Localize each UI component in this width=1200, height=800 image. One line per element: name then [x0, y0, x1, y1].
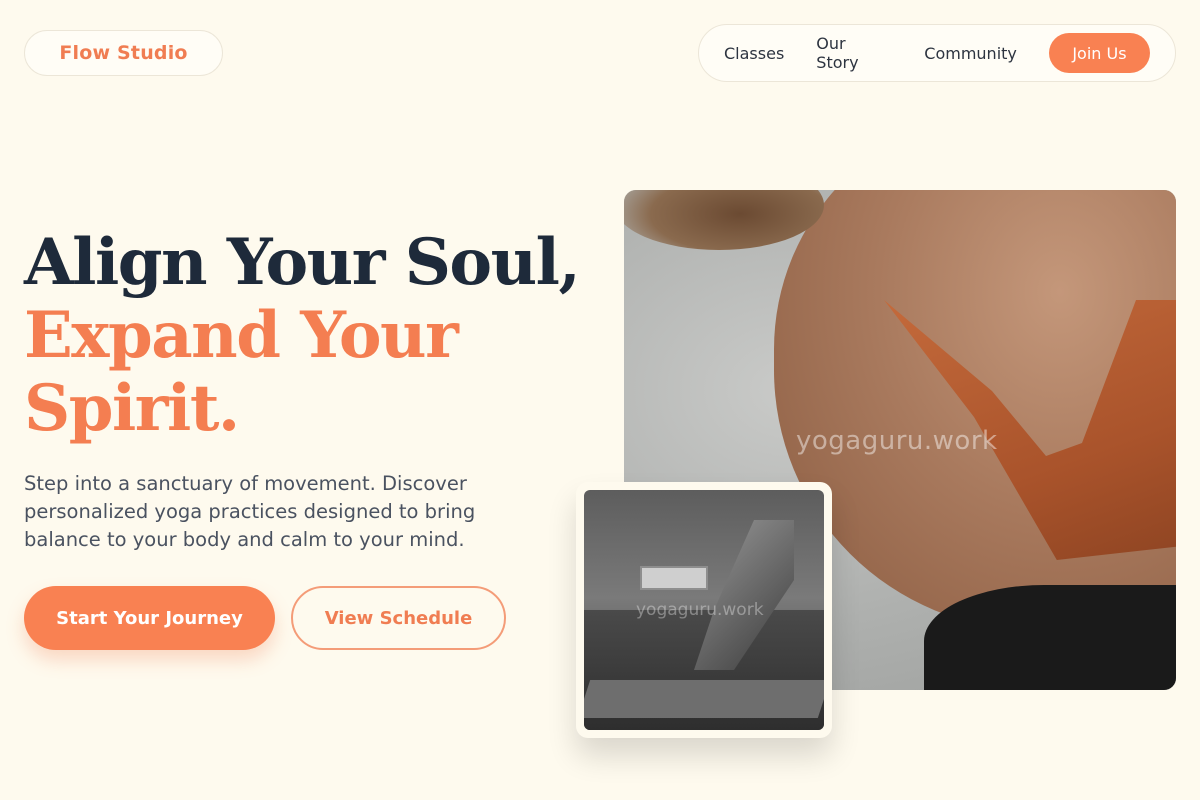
hero-inset-photo-frame: yogaguru.work	[576, 482, 832, 738]
photo-pants	[924, 585, 1176, 690]
inset-watermark: yogaguru.work	[636, 600, 764, 620]
photo-watermark: yogaguru.work	[796, 426, 998, 456]
hero-title: Align Your Soul, Expand Your Spirit.	[24, 226, 584, 445]
inset-wall-vent	[640, 566, 708, 590]
view-schedule-button[interactable]: View Schedule	[291, 586, 506, 650]
start-journey-button[interactable]: Start Your Journey	[24, 586, 275, 650]
hero-title-line2: Expand Your	[24, 298, 459, 373]
nav-link-our-story[interactable]: Our Story	[816, 34, 892, 72]
main-nav: Classes Our Story Community Join Us	[698, 24, 1176, 82]
brand-name: Flow Studio	[59, 42, 188, 64]
join-us-button[interactable]: Join Us	[1048, 33, 1150, 73]
inset-yoga-mat	[584, 680, 824, 718]
hero-title-line3: Spirit.	[24, 371, 240, 446]
hero-subtitle: Step into a sanctuary of movement. Disco…	[24, 472, 476, 551]
nav-link-classes[interactable]: Classes	[724, 44, 784, 63]
hero-title-line1: Align Your Soul,	[24, 225, 581, 300]
nav-link-community[interactable]: Community	[924, 44, 1017, 63]
brand-logo[interactable]: Flow Studio	[24, 30, 223, 76]
hero-inset-photo: yogaguru.work	[584, 490, 824, 730]
